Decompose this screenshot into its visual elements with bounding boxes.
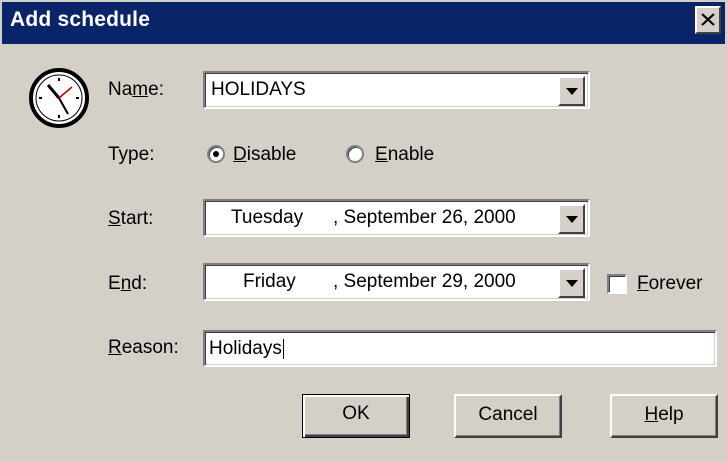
text-caret bbox=[282, 338, 284, 359]
title-bar[interactable]: Add schedule bbox=[2, 2, 725, 44]
end-dropdown-button[interactable] bbox=[558, 268, 585, 298]
enable-radio[interactable] bbox=[346, 145, 364, 163]
help-button[interactable]: Help bbox=[610, 394, 718, 438]
window-title: Add schedule bbox=[10, 8, 151, 31]
end-date[interactable]: , September 29, 2000 bbox=[333, 271, 516, 293]
enable-radio-label[interactable]: Enable bbox=[375, 144, 434, 166]
forever-checkbox[interactable] bbox=[607, 274, 627, 294]
close-button[interactable] bbox=[695, 6, 721, 34]
start-day[interactable]: Tuesday bbox=[231, 207, 303, 229]
name-dropdown-button[interactable] bbox=[558, 76, 585, 106]
chevron-down-icon bbox=[566, 216, 578, 223]
cancel-button[interactable]: Cancel bbox=[454, 394, 562, 438]
name-combobox[interactable]: HOLIDAYS bbox=[203, 71, 590, 109]
reason-input[interactable]: Holidays bbox=[203, 330, 717, 367]
ok-button[interactable]: OK bbox=[302, 394, 410, 438]
disable-radio-label[interactable]: Disable bbox=[233, 144, 296, 166]
name-label: Name: bbox=[108, 79, 164, 100]
start-date-picker[interactable]: Tuesday , September 26, 2000 bbox=[203, 199, 590, 237]
reason-value: Holidays bbox=[209, 338, 284, 359]
clock-icon bbox=[29, 68, 89, 128]
reason-label: Reason: bbox=[108, 337, 179, 358]
end-date-picker[interactable]: Friday , September 29, 2000 bbox=[203, 263, 590, 301]
end-day[interactable]: Friday bbox=[243, 271, 296, 293]
end-label: End: bbox=[108, 273, 148, 294]
start-dropdown-button[interactable] bbox=[558, 204, 585, 234]
chevron-down-icon bbox=[566, 280, 578, 287]
name-value: HOLIDAYS bbox=[211, 79, 306, 100]
disable-radio[interactable] bbox=[207, 145, 225, 163]
type-label: Type: bbox=[108, 144, 155, 165]
start-label: Start: bbox=[108, 208, 154, 229]
close-icon bbox=[701, 13, 715, 26]
start-date[interactable]: , September 26, 2000 bbox=[333, 207, 516, 229]
chevron-down-icon bbox=[566, 88, 578, 95]
add-schedule-dialog: Add schedule Name: HOLIDAYS Type: Disabl… bbox=[0, 0, 727, 462]
forever-label[interactable]: Forever bbox=[637, 273, 702, 295]
